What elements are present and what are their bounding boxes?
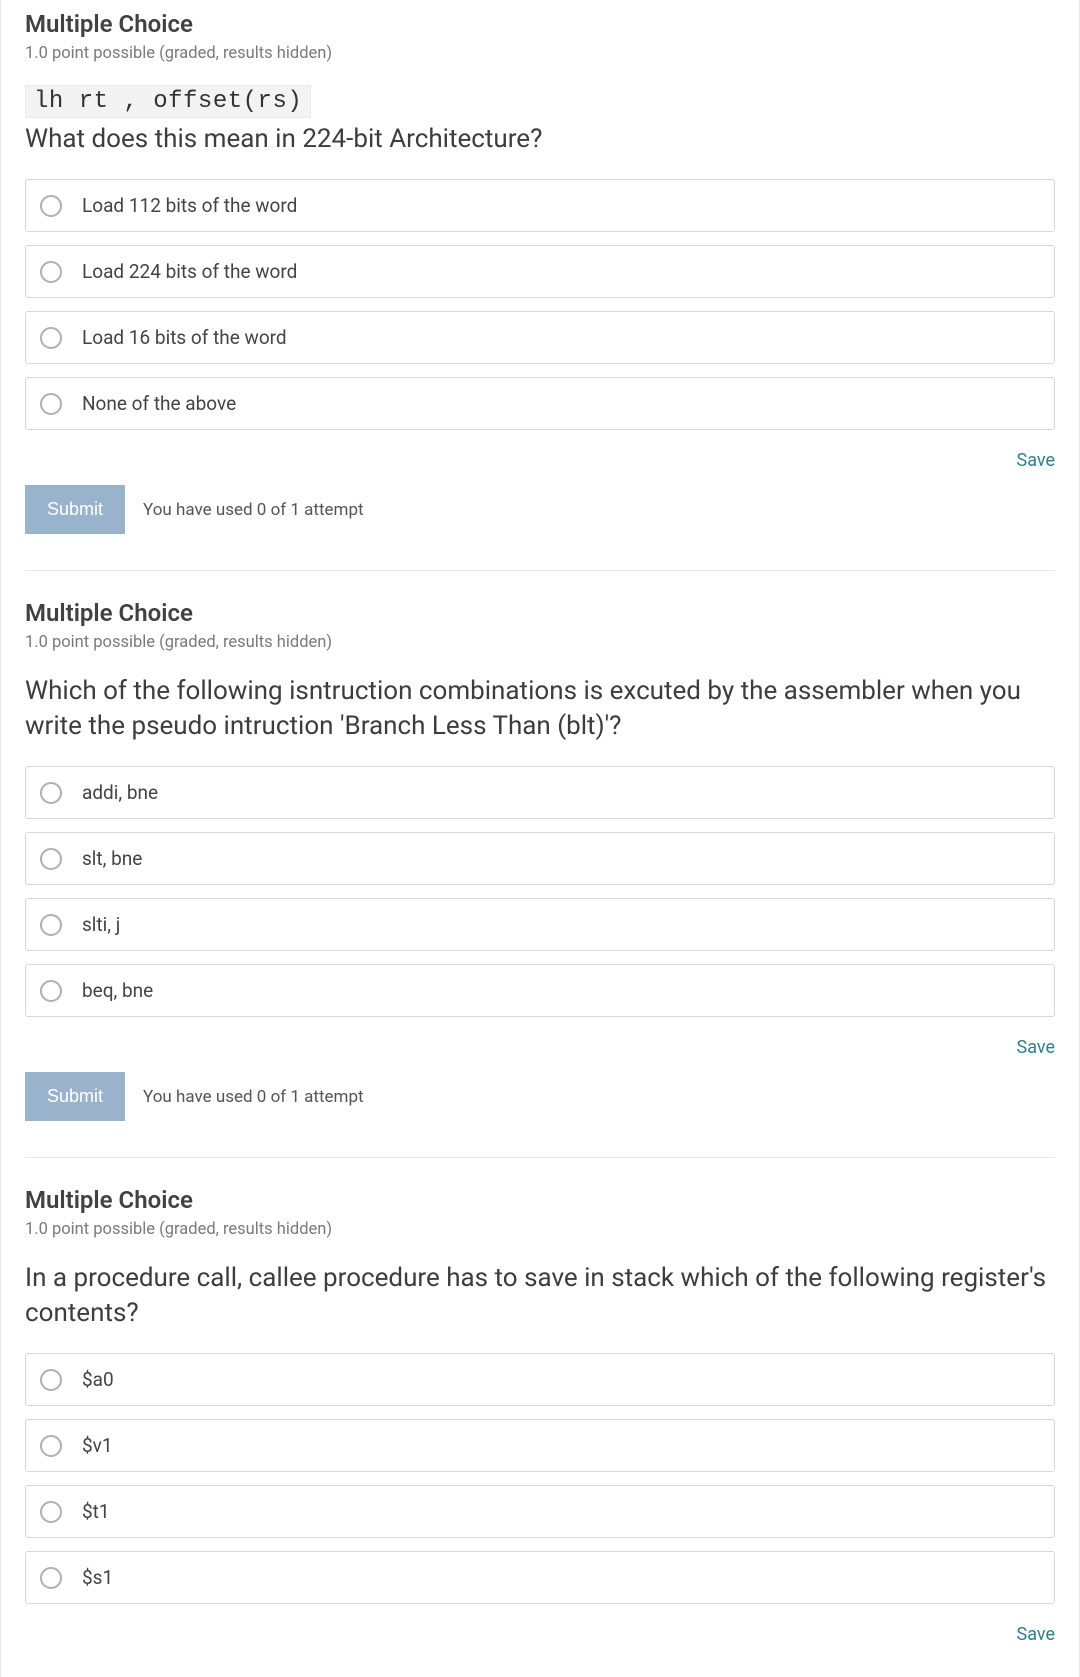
radio-icon	[40, 980, 62, 1002]
quiz-container: Multiple Choice 1.0 point possible (grad…	[0, 0, 1080, 1677]
option-label: Load 224 bits of the word	[82, 260, 297, 283]
question-title: Multiple Choice	[25, 1186, 1055, 1214]
option-row[interactable]: slti, j	[25, 898, 1055, 951]
option-row[interactable]: $v1	[25, 1419, 1055, 1472]
option-label: addi, bne	[82, 781, 158, 804]
radio-icon	[40, 261, 62, 283]
submit-row: Submit You have used 0 of 1 attempt	[25, 1072, 1055, 1121]
attempt-text: You have used 0 of 1 attempt	[143, 1087, 364, 1107]
radio-icon	[40, 914, 62, 936]
option-row[interactable]: Load 112 bits of the word	[25, 179, 1055, 232]
question-subtitle: 1.0 point possible (graded, results hidd…	[25, 44, 1055, 63]
radio-icon	[40, 848, 62, 870]
option-row[interactable]: None of the above	[25, 377, 1055, 430]
question-subtitle: 1.0 point possible (graded, results hidd…	[25, 633, 1055, 652]
option-row[interactable]: slt, bne	[25, 832, 1055, 885]
option-label: $v1	[82, 1434, 113, 1457]
option-row[interactable]: addi, bne	[25, 766, 1055, 819]
option-row[interactable]: Load 224 bits of the word	[25, 245, 1055, 298]
radio-icon	[40, 1435, 62, 1457]
question-block: Multiple Choice 1.0 point possible (grad…	[25, 10, 1055, 571]
save-link[interactable]: Save	[1017, 1624, 1056, 1645]
question-title: Multiple Choice	[25, 10, 1055, 38]
question-code: lh rt , offset(rs)	[25, 85, 311, 118]
radio-icon	[40, 195, 62, 217]
submit-row: Submit You have used 0 of 1 attempt	[25, 485, 1055, 534]
question-text: In a procedure call, callee procedure ha…	[25, 1261, 1055, 1331]
option-row[interactable]: $t1	[25, 1485, 1055, 1538]
radio-icon	[40, 1501, 62, 1523]
question-title: Multiple Choice	[25, 599, 1055, 627]
attempt-text: You have used 0 of 1 attempt	[143, 500, 364, 520]
option-label: Load 16 bits of the word	[82, 326, 287, 349]
option-row[interactable]: $s1	[25, 1551, 1055, 1604]
submit-button[interactable]: Submit	[25, 1072, 125, 1121]
question-subtitle: 1.0 point possible (graded, results hidd…	[25, 1220, 1055, 1239]
option-label: Load 112 bits of the word	[82, 194, 297, 217]
option-label: beq, bne	[82, 979, 153, 1002]
option-label: $t1	[82, 1500, 110, 1523]
option-row[interactable]: beq, bne	[25, 964, 1055, 1017]
radio-icon	[40, 393, 62, 415]
option-row[interactable]: $a0	[25, 1353, 1055, 1406]
question-block: Multiple Choice 1.0 point possible (grad…	[25, 1186, 1055, 1677]
save-row: Save	[25, 450, 1055, 471]
radio-icon	[40, 327, 62, 349]
question-text: What does this mean in 224-bit Architect…	[25, 122, 1055, 157]
question-block: Multiple Choice 1.0 point possible (grad…	[25, 599, 1055, 1158]
radio-icon	[40, 1567, 62, 1589]
option-label: slt, bne	[82, 847, 142, 870]
save-row: Save	[25, 1037, 1055, 1058]
option-label: $s1	[82, 1566, 113, 1589]
save-link[interactable]: Save	[1017, 450, 1056, 471]
save-link[interactable]: Save	[1017, 1037, 1056, 1058]
option-label: None of the above	[82, 392, 236, 415]
question-text: Which of the following isntruction combi…	[25, 674, 1055, 744]
submit-button[interactable]: Submit	[25, 485, 125, 534]
option-row[interactable]: Load 16 bits of the word	[25, 311, 1055, 364]
option-label: $a0	[82, 1368, 114, 1391]
save-row: Save	[25, 1624, 1055, 1645]
option-label: slti, j	[82, 913, 120, 936]
radio-icon	[40, 782, 62, 804]
radio-icon	[40, 1369, 62, 1391]
